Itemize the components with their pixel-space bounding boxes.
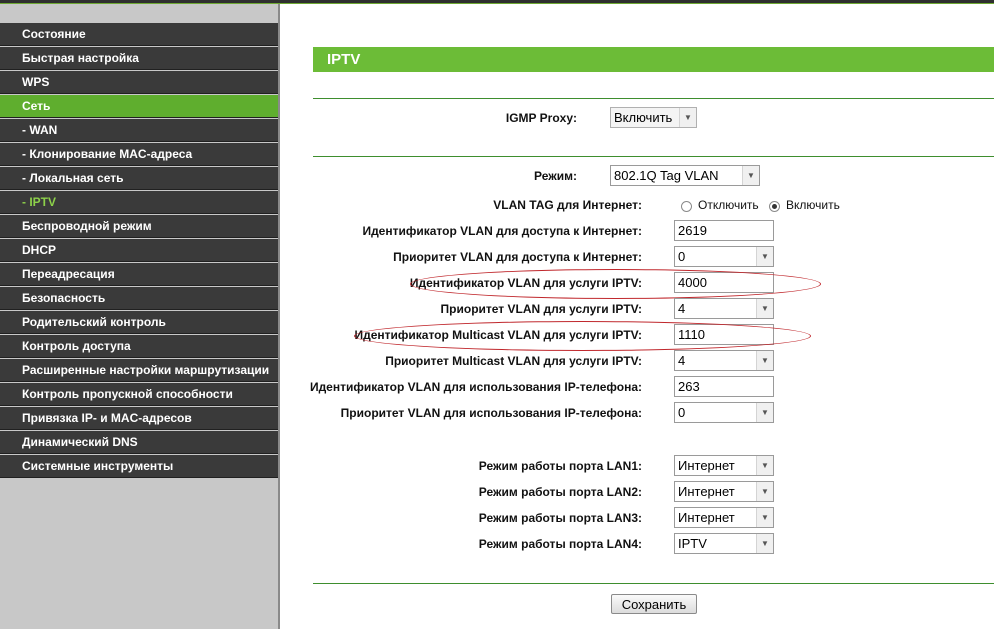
lan2-mode-select[interactable]: Интернет ▼: [674, 481, 774, 502]
sidebar-item-dhcp[interactable]: DHCP: [0, 239, 278, 262]
divider: [313, 98, 994, 99]
phone-vlan-priority-label: Приоритет VLAN для использования IP-теле…: [340, 406, 642, 420]
multicast-vlan-priority-value: 4: [678, 353, 686, 368]
sidebar-item-forwarding[interactable]: Переадресация: [0, 263, 278, 286]
sidebar-item-access-control[interactable]: Контроль доступа: [0, 335, 278, 358]
chevron-down-icon: ▼: [679, 108, 696, 127]
chevron-down-icon: ▼: [756, 456, 773, 475]
igmp-proxy-select[interactable]: Включить ▼: [610, 107, 697, 128]
chevron-down-icon: ▼: [742, 166, 759, 185]
sidebar-item-ip-mac-binding[interactable]: Привязка IP- и MAC-адресов: [0, 407, 278, 430]
chevron-down-icon: ▼: [756, 508, 773, 527]
vlan-tag-on-radio[interactable]: [769, 201, 780, 212]
phone-vlan-id-label: Идентификатор VLAN для использования IP-…: [309, 380, 642, 394]
phone-vlan-id-input[interactable]: 263: [674, 376, 774, 397]
multicast-vlan-priority-select[interactable]: 4 ▼: [674, 350, 774, 371]
sidebar-item-lan[interactable]: - Локальная сеть: [0, 167, 278, 190]
chevron-down-icon: ▼: [756, 403, 773, 422]
sidebar-item-network[interactable]: Сеть: [0, 95, 278, 118]
lan1-mode-value: Интернет: [678, 458, 735, 473]
sidebar-item-bandwidth-control[interactable]: Контроль пропускной способности: [0, 383, 278, 406]
internet-vlan-id-label: Идентификатор VLAN для доступа к Интерне…: [362, 224, 642, 238]
phone-vlan-priority-select[interactable]: 0 ▼: [674, 402, 774, 423]
mode-label: Режим:: [534, 169, 577, 183]
chevron-down-icon: ▼: [756, 299, 773, 318]
internet-vlan-priority-label: Приоритет VLAN для доступа к Интернет:: [393, 250, 642, 264]
vlan-tag-off-label: Отключить: [698, 198, 759, 212]
lan3-mode-select[interactable]: Интернет ▼: [674, 507, 774, 528]
save-button[interactable]: Сохранить: [611, 594, 697, 614]
lan2-mode-label: Режим работы порта LAN2:: [478, 485, 642, 499]
chevron-down-icon: ▼: [756, 351, 773, 370]
sidebar-item-mac-clone[interactable]: - Клонирование MAC-адреса: [0, 143, 278, 166]
multicast-vlan-id-label: Идентификатор Multicast VLAN для услуги …: [354, 328, 642, 342]
iptv-vlan-priority-select[interactable]: 4 ▼: [674, 298, 774, 319]
mode-select[interactable]: 802.1Q Tag VLAN ▼: [610, 165, 760, 186]
igmp-proxy-value: Включить: [614, 110, 673, 125]
internet-vlan-id-input[interactable]: 2619: [674, 220, 774, 241]
lan3-mode-label: Режим работы порта LAN3:: [478, 511, 642, 525]
iptv-vlan-id-input[interactable]: 4000: [674, 272, 774, 293]
sidebar-item-parental-control[interactable]: Родительский контроль: [0, 311, 278, 334]
sidebar-item-wireless[interactable]: Беспроводной режим: [0, 215, 278, 238]
sidebar-divider: [278, 4, 280, 629]
iptv-vlan-id-label: Идентификатор VLAN для услуги IPTV:: [409, 276, 642, 290]
sidebar-item-iptv[interactable]: - IPTV: [0, 191, 278, 214]
sidebar-item-system-tools[interactable]: Системные инструменты: [0, 455, 278, 478]
divider: [313, 156, 994, 157]
lan1-mode-label: Режим работы порта LAN1:: [478, 459, 642, 473]
sidebar-menu: Состояние Быстрая настройка WPS Сеть - W…: [0, 23, 278, 479]
iptv-vlan-priority-value: 4: [678, 301, 686, 316]
lan4-mode-label: Режим работы порта LAN4:: [478, 537, 642, 551]
sidebar-item-wps[interactable]: WPS: [0, 71, 278, 94]
phone-vlan-priority-value: 0: [678, 405, 686, 420]
lan4-mode-select[interactable]: IPTV ▼: [674, 533, 774, 554]
divider: [313, 583, 994, 584]
sidebar-item-security[interactable]: Безопасность: [0, 287, 278, 310]
lan1-mode-select[interactable]: Интернет ▼: [674, 455, 774, 476]
internet-vlan-priority-select[interactable]: 0 ▼: [674, 246, 774, 267]
chevron-down-icon: ▼: [756, 534, 773, 553]
mode-value: 802.1Q Tag VLAN: [614, 168, 719, 183]
iptv-vlan-priority-label: Приоритет VLAN для услуги IPTV:: [440, 302, 642, 316]
sidebar-item-quick-setup[interactable]: Быстрая настройка: [0, 47, 278, 70]
igmp-proxy-label: IGMP Proxy:: [505, 111, 577, 125]
chevron-down-icon: ▼: [756, 482, 773, 501]
lan4-mode-value: IPTV: [678, 536, 707, 551]
vlan-tag-off-radio[interactable]: [681, 201, 692, 212]
lan2-mode-value: Интернет: [678, 484, 735, 499]
sidebar-item-ddns[interactable]: Динамический DNS: [0, 431, 278, 454]
chevron-down-icon: ▼: [756, 247, 773, 266]
sidebar-item-wan[interactable]: - WAN: [0, 119, 278, 142]
page-title: IPTV: [313, 47, 994, 72]
lan3-mode-value: Интернет: [678, 510, 735, 525]
multicast-vlan-priority-label: Приоритет Multicast VLAN для услуги IPTV…: [385, 354, 642, 368]
vlan-tag-label: VLAN TAG для Интернет:: [493, 198, 642, 212]
sidebar-item-status[interactable]: Состояние: [0, 23, 278, 46]
sidebar-item-advanced-routing[interactable]: Расширенные настройки маршрутизации: [0, 359, 278, 382]
vlan-tag-on-label: Включить: [786, 198, 840, 212]
multicast-vlan-id-input[interactable]: 1110: [674, 324, 774, 345]
internet-vlan-priority-value: 0: [678, 249, 686, 264]
